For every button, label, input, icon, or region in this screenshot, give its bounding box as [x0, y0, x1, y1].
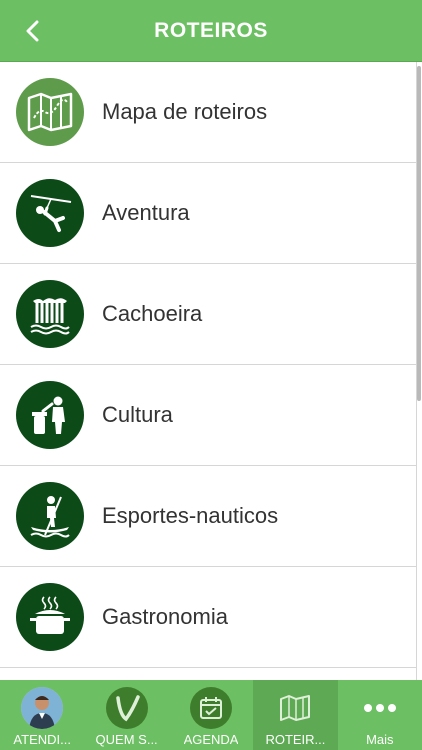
- list-item-label: Mapa de roteiros: [102, 99, 268, 124]
- list-item-cultura[interactable]: Cultura: [0, 365, 416, 466]
- cooking-pot-icon: [16, 583, 84, 651]
- list-item-label: Gastronomia: [102, 604, 228, 629]
- attendant-avatar-icon: [21, 687, 64, 729]
- list-item-mapa-de-roteiros[interactable]: Mapa de roteiros: [0, 62, 416, 163]
- tab-label: ATENDI...: [13, 732, 71, 747]
- culture-icon: [16, 381, 84, 449]
- tab-label: AGENDA: [183, 732, 239, 747]
- tab-mais[interactable]: Mais: [338, 680, 422, 750]
- tab-roteiros[interactable]: ROTEIR...: [253, 680, 338, 750]
- page-title: ROTEIROS: [154, 18, 268, 42]
- bottom-tab-bar: ATENDI... QUEM S... AGENDA ROTEIR... Mai…: [0, 680, 422, 750]
- chevron-left-icon: [26, 20, 39, 42]
- tab-agenda[interactable]: AGENDA: [169, 680, 253, 750]
- calendar-icon: [190, 687, 233, 729]
- list-item-gastronomia[interactable]: Gastronomia: [0, 567, 416, 668]
- paddleboard-icon: [16, 482, 84, 550]
- tab-atendimento[interactable]: ATENDI...: [0, 680, 84, 750]
- v-logo-icon: [105, 687, 148, 729]
- zipline-icon: [16, 179, 84, 247]
- map-icon: [274, 687, 316, 729]
- list-item-esportes-nauticos[interactable]: Esportes-nauticos: [0, 466, 416, 567]
- roteiros-list: Mapa de roteiros Aventura Cachoeira Cult…: [0, 62, 417, 680]
- map-icon: [16, 78, 84, 146]
- list-item-label: Esportes-nauticos: [102, 503, 279, 528]
- list-item-aventura[interactable]: Aventura: [0, 163, 416, 264]
- top-bar: ROTEIROS: [0, 0, 422, 62]
- list-scrollbar[interactable]: [417, 66, 421, 401]
- more-dots-icon: [359, 687, 401, 729]
- tab-label: Mais: [366, 732, 394, 747]
- tab-quem-somos[interactable]: QUEM S...: [84, 680, 168, 750]
- tab-label: QUEM S...: [95, 732, 158, 747]
- list-item-label: Cultura: [102, 402, 173, 427]
- tab-label: ROTEIR...: [265, 732, 326, 747]
- list-item-cachoeira[interactable]: Cachoeira: [0, 264, 416, 365]
- list-item-label: Aventura: [102, 200, 190, 225]
- waterfall-icon: [16, 280, 84, 348]
- back-button[interactable]: [18, 16, 46, 46]
- list-item-label: Cachoeira: [102, 301, 203, 326]
